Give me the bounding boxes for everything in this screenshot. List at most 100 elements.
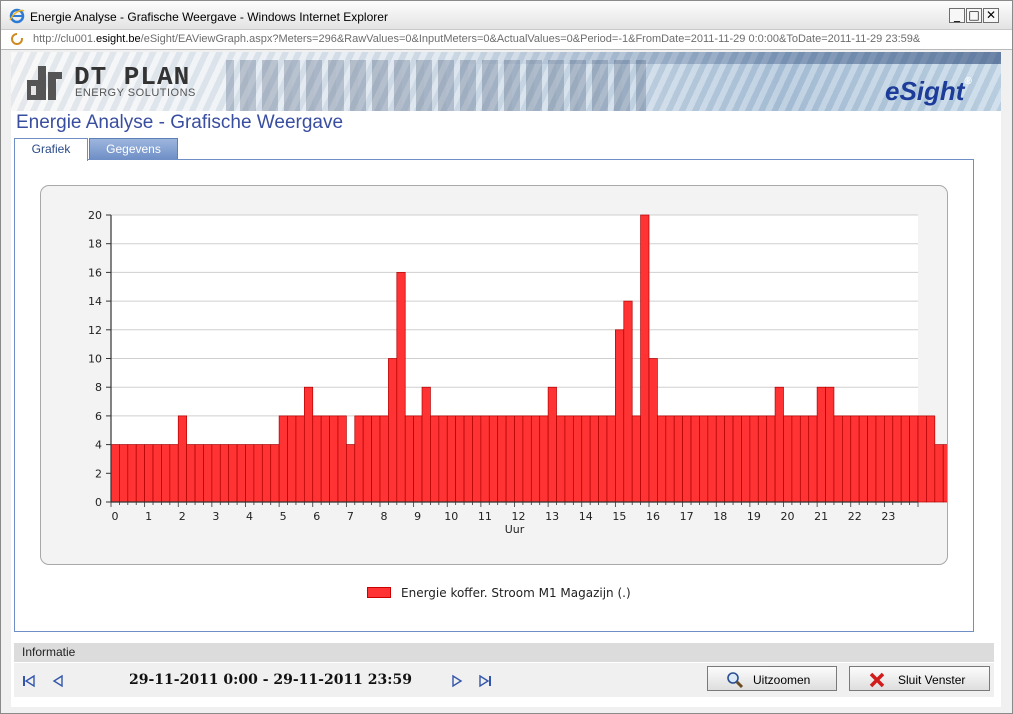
y-tick-label: 16: [88, 266, 102, 279]
bar: [640, 214, 650, 503]
x-tick-label: 13: [545, 510, 559, 523]
bar: [488, 415, 499, 503]
bar: [942, 444, 947, 503]
bar: [505, 415, 515, 503]
x-tick-label: 17: [680, 510, 694, 523]
x-tick-label: 1: [145, 510, 152, 523]
bar: [741, 415, 751, 503]
x-tick-label: 3: [212, 510, 219, 523]
bar: [421, 386, 431, 503]
bar: [371, 415, 381, 503]
y-tick-label: 4: [95, 439, 102, 452]
bar: [110, 444, 120, 503]
bar: [724, 415, 734, 503]
product-logo: eSight®: [885, 76, 972, 106]
bar: [472, 415, 482, 503]
bar: [749, 415, 759, 503]
close-view-button[interactable]: Sluit Venster: [849, 666, 990, 691]
info-bar: 29-11-2011 0:00 - 29-11-2011 23:59 Uitzo…: [14, 663, 994, 697]
x-tick-label: 6: [313, 510, 320, 523]
bar: [556, 415, 566, 503]
bar: [480, 415, 490, 503]
x-tick-label: 7: [347, 510, 354, 523]
x-tick-label: 4: [246, 510, 253, 523]
magnifier-icon: [727, 672, 744, 689]
zoom-out-label: Uitzoomen: [753, 673, 811, 687]
tab-grafiek[interactable]: Grafiek: [14, 138, 88, 161]
title-bar: Energie Analyse - Grafische Weergave - W…: [1, 1, 1012, 30]
previous-icon[interactable]: [51, 674, 65, 688]
x-tick-label: 18: [713, 510, 727, 523]
bar: [346, 444, 356, 503]
bar: [766, 415, 776, 503]
x-tick-label: 16: [646, 510, 660, 523]
bar: [303, 386, 314, 503]
x-tick-label: 12: [512, 510, 526, 523]
bar: [858, 415, 868, 503]
bar: [791, 415, 801, 503]
bar: [211, 444, 221, 503]
date-range: 29-11-2011 0:00 - 29-11-2011 23:59: [129, 672, 412, 688]
bar: [589, 415, 599, 503]
bar: [261, 444, 272, 503]
x-tick-label: 8: [381, 510, 388, 523]
y-tick-label: 20: [88, 209, 102, 222]
y-tick-label: 14: [88, 295, 102, 308]
first-page-icon[interactable]: [22, 674, 36, 688]
bar: [808, 415, 818, 503]
bar: [757, 415, 768, 503]
bar: [455, 415, 465, 503]
close-view-label: Sluit Venster: [898, 673, 966, 687]
bar: [404, 415, 414, 503]
x-tick-label: 19: [747, 510, 761, 523]
last-page-icon[interactable]: [478, 674, 492, 688]
bar: [514, 415, 524, 503]
bar: [522, 415, 532, 503]
next-icon[interactable]: [450, 674, 464, 688]
bar: [648, 358, 658, 503]
y-tick-label: 10: [88, 353, 102, 366]
bar: [413, 415, 423, 503]
bar: [615, 329, 625, 503]
minimize-button[interactable]: _: [949, 8, 965, 23]
window-title: Energie Analyse - Grafische Weergave - W…: [30, 10, 388, 24]
bar: [463, 415, 473, 503]
close-window-button[interactable]: ✕: [983, 8, 999, 23]
bar: [825, 386, 835, 503]
bar: [362, 415, 372, 503]
bar: [379, 415, 389, 503]
bar: [850, 415, 860, 503]
bar: [295, 415, 305, 503]
dt-plan-logo-icon: [27, 66, 62, 100]
bar: [598, 415, 608, 503]
url-text[interactable]: http://clu001.esight.be/eSight/EAViewGra…: [33, 33, 1008, 45]
bar: [446, 415, 457, 503]
bar: [127, 444, 137, 503]
bar: [228, 444, 238, 503]
x-tick-label: 10: [444, 510, 458, 523]
graph-panel: 0 2 4 6 8 10 12 14 16 18 20 0 1 2 3 4 5 6 7 8 9 10 11 12 13 14 15 1…: [14, 159, 974, 632]
bar: [547, 386, 557, 503]
bar: [892, 415, 902, 503]
bar: [732, 415, 742, 503]
bar: [177, 415, 188, 503]
x-tick-label: 22: [848, 510, 862, 523]
tab-gegevens[interactable]: Gegevens: [89, 138, 178, 160]
y-tick-label: 2: [95, 467, 102, 480]
page-icon: [11, 33, 23, 45]
bar: [783, 415, 793, 503]
y-tick-label: 18: [88, 238, 102, 251]
bar: [623, 300, 633, 503]
address-bar[interactable]: http://clu001.esight.be/eSight/EAViewGra…: [1, 30, 1012, 50]
bar: [799, 415, 810, 503]
bar: [287, 415, 297, 503]
zoom-out-button[interactable]: Uitzoomen: [707, 666, 837, 691]
bar: [917, 415, 927, 503]
maximize-button[interactable]: □: [966, 8, 982, 23]
bar: [699, 415, 709, 503]
bar: [161, 444, 171, 503]
bar: [631, 415, 641, 503]
bar: [245, 444, 255, 503]
bar: [673, 415, 683, 503]
x-tick-label: 9: [414, 510, 421, 523]
